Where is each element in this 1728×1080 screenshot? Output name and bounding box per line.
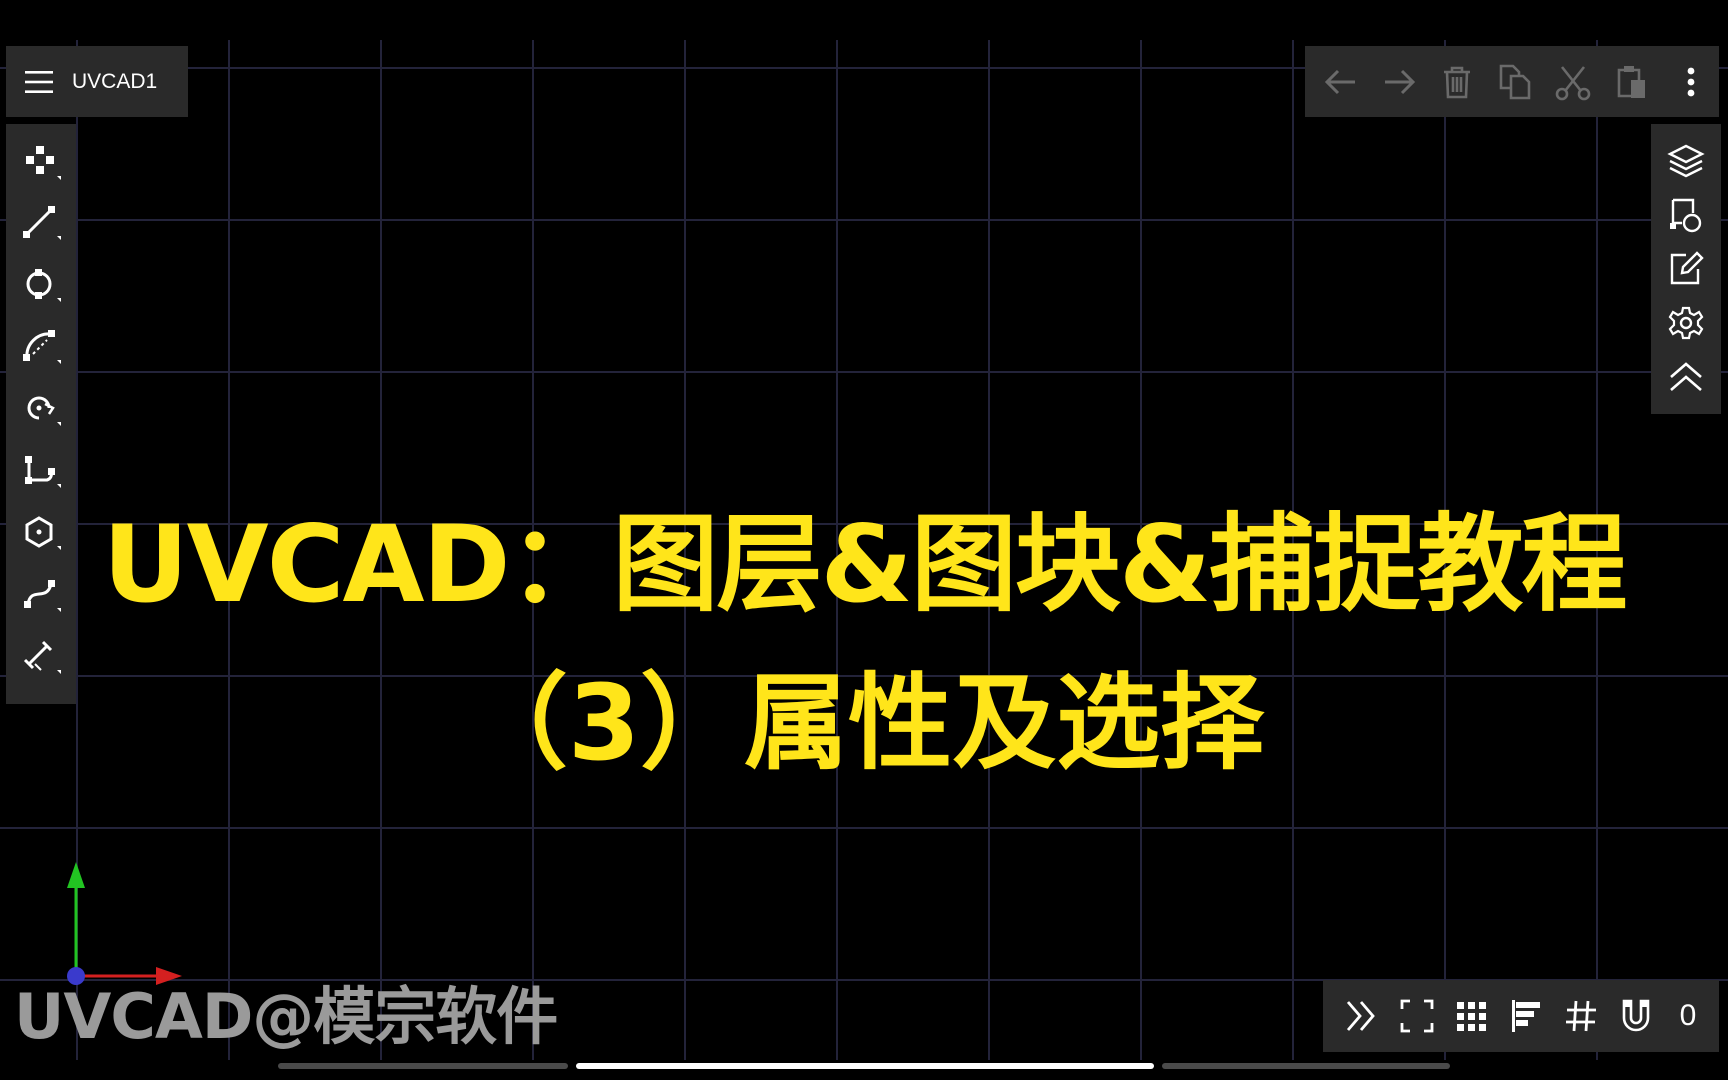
chevron-double-up-icon [1670,362,1702,391]
expand-status-button[interactable] [1339,993,1385,1039]
arrow-right-icon [1385,69,1416,95]
status-toolbar: 0 [1323,980,1719,1052]
scroll-indicator[interactable] [278,1063,1450,1069]
scroll-thumb[interactable] [576,1063,1154,1069]
copy-button[interactable] [1492,59,1538,105]
undo-button[interactable] [1318,59,1364,105]
edit-toolbar [1305,46,1719,117]
rotate-tool[interactable] [6,380,76,436]
menu-button[interactable] [6,46,72,117]
arc-tool[interactable] [6,318,76,374]
hash-icon [1566,1000,1596,1032]
blocks-button[interactable] [1651,188,1721,242]
scroll-track-right [1162,1063,1450,1069]
hamburger-menu-icon [25,70,53,93]
line-tool[interactable] [6,194,76,250]
layers-button[interactable] [1651,134,1721,188]
paste-button[interactable] [1608,59,1654,105]
gear-icon [1668,306,1704,340]
snap-count: 0 [1679,999,1697,1032]
line-icon [23,206,61,240]
align-button[interactable] [1503,993,1549,1039]
delete-button[interactable] [1434,59,1480,105]
axis-y-arrow [67,862,85,888]
chevron-double-right-icon [1346,1001,1375,1031]
grid-toggle-button[interactable] [1448,993,1494,1039]
copy-icon [1499,64,1531,100]
align-icon [1512,1000,1540,1032]
arc-icon [23,330,61,364]
properties-button[interactable] [1651,242,1721,296]
magnet-icon [1622,999,1650,1032]
edit-icon [1670,251,1704,285]
document-title: UVCAD1 [72,69,158,93]
magnet-snap-button[interactable] [1613,993,1659,1039]
cad-canvas[interactable]: UVCAD1 0 UVCAD：图层&图块&捕捉教程 （3）属性及选择 UVCAD… [0,0,1728,1080]
more-button[interactable] [1668,59,1714,105]
circle-icon [26,269,61,302]
panel-toolbar [1651,124,1721,414]
grid-snap-button[interactable] [1558,993,1604,1039]
trash-icon [1444,66,1470,99]
select-tool[interactable] [6,134,76,190]
grid-dots-icon [1457,1002,1486,1031]
snap-count-button[interactable]: 0 [1665,993,1711,1039]
block-icon [1670,198,1702,233]
more-vertical-icon [1687,67,1695,97]
paste-icon [1617,66,1645,98]
redo-button[interactable] [1376,59,1422,105]
watermark: UVCAD@模宗软件 [14,980,558,1053]
collapse-button[interactable] [1651,350,1721,404]
cut-button[interactable] [1550,59,1596,105]
arrow-left-icon [1324,69,1355,95]
settings-button[interactable] [1651,296,1721,350]
select-points-icon [26,146,61,180]
app-header: UVCAD1 [6,46,188,117]
rotate-icon [27,396,61,426]
fullscreen-button[interactable] [1394,993,1440,1039]
scroll-track-left [278,1063,568,1069]
circle-tool[interactable] [6,256,76,312]
fullscreen-icon [1400,999,1434,1033]
headline-subtitle: （3）属性及选择 [463,662,1265,784]
headline-title: UVCAD：图层&图块&捕捉教程 [102,503,1628,626]
layers-icon [1667,144,1705,178]
scissors-icon [1555,66,1591,101]
